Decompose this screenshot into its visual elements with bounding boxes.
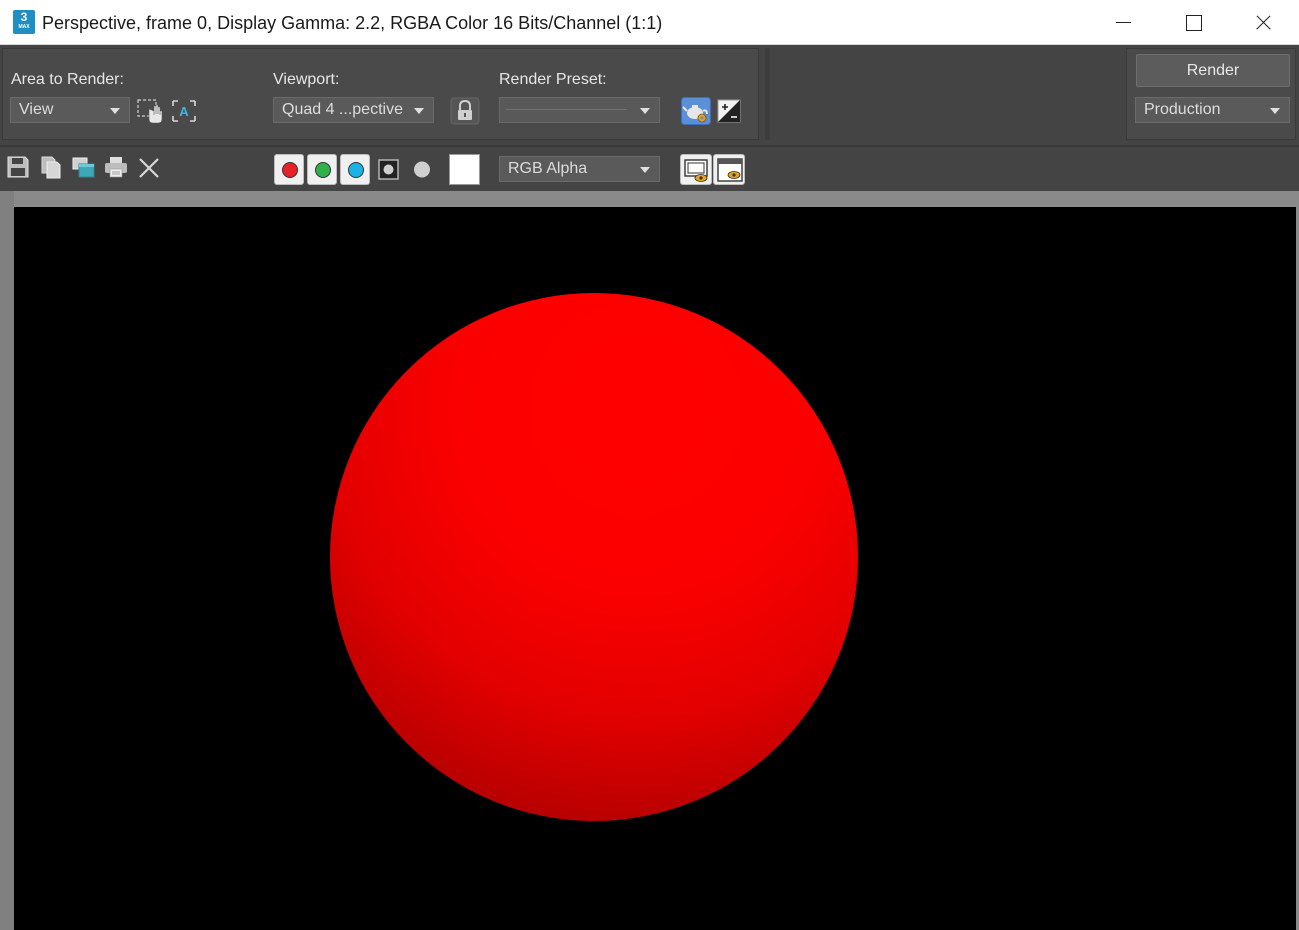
blue-channel-icon	[348, 162, 364, 178]
render-button[interactable]: Render	[1136, 54, 1290, 87]
window-title: Perspective, frame 0, Display Gamma: 2.2…	[42, 13, 663, 33]
window-eye-icon	[717, 158, 743, 182]
title-bar: 3 MAX Perspective, frame 0, Display Gamm…	[0, 0, 1299, 45]
green-channel-toggle[interactable]	[307, 154, 337, 185]
print-icon[interactable]	[103, 153, 129, 181]
viewport-value: Quad 4 ...pective	[282, 101, 403, 118]
red-channel-icon	[282, 162, 298, 178]
auto-region-icon[interactable]: A	[169, 97, 199, 125]
alpha-channel-toggle[interactable]	[374, 154, 404, 185]
area-to-render-label: Area to Render:	[11, 71, 124, 88]
minimize-button[interactable]	[1101, 0, 1147, 45]
copy-image-icon[interactable]	[38, 153, 64, 181]
chevron-down-icon	[640, 167, 650, 173]
render-mode-value: Production	[1144, 101, 1221, 118]
color-swatch[interactable]	[449, 154, 480, 185]
panel-separator	[765, 48, 770, 140]
render-controls-panel: Area to Render: View A Viewport: Quad 4 …	[0, 45, 1299, 145]
frame-buffer-toggle[interactable]	[713, 154, 745, 185]
app-icon: 3 MAX	[13, 10, 35, 34]
maximize-button[interactable]	[1170, 0, 1216, 45]
alpha-channel-icon	[378, 159, 399, 180]
frame-border	[0, 191, 14, 930]
channel-display-value: RGB Alpha	[508, 160, 588, 177]
frame-toolbar: RGB Alpha	[0, 145, 1299, 191]
red-channel-toggle[interactable]	[274, 154, 304, 185]
exposure-control-icon[interactable]	[714, 97, 744, 125]
app-icon-number: 3	[20, 10, 28, 24]
chevron-down-icon	[1270, 108, 1280, 114]
chevron-down-icon	[414, 108, 424, 114]
render-preset-dropdown[interactable]	[499, 97, 660, 123]
display-overlay-toggle[interactable]	[680, 154, 712, 185]
render-mode-dropdown[interactable]: Production	[1135, 97, 1290, 123]
green-channel-icon	[315, 162, 331, 178]
rendered-sphere	[330, 293, 858, 821]
rendered-image-canvas[interactable]	[14, 207, 1296, 930]
frame-buffer-area	[0, 191, 1299, 930]
monochrome-toggle[interactable]	[407, 154, 437, 185]
viewport-dropdown[interactable]: Quad 4 ...pective	[273, 97, 434, 123]
clone-window-icon[interactable]	[70, 153, 96, 181]
chevron-down-icon	[640, 108, 650, 114]
edit-region-icon[interactable]	[136, 97, 166, 125]
save-image-icon[interactable]	[5, 153, 31, 181]
render-preset-label: Render Preset:	[499, 71, 607, 88]
lock-icon[interactable]	[450, 97, 480, 125]
chevron-down-icon	[110, 108, 120, 114]
render-settings-group	[2, 48, 759, 140]
app-icon-label: MAX	[18, 24, 30, 30]
area-to-render-value: View	[19, 101, 54, 118]
blue-channel-toggle[interactable]	[340, 154, 370, 185]
svg-text:A: A	[179, 104, 189, 119]
area-to-render-dropdown[interactable]: View	[10, 97, 130, 123]
viewport-label: Viewport:	[273, 71, 340, 88]
monochrome-icon	[414, 161, 430, 178]
monitor-eye-icon	[684, 159, 708, 182]
render-setup-teapot-icon[interactable]	[681, 97, 711, 125]
channel-display-dropdown[interactable]: RGB Alpha	[499, 156, 660, 182]
close-button[interactable]	[1240, 0, 1286, 45]
clear-close-icon[interactable]	[136, 153, 162, 181]
